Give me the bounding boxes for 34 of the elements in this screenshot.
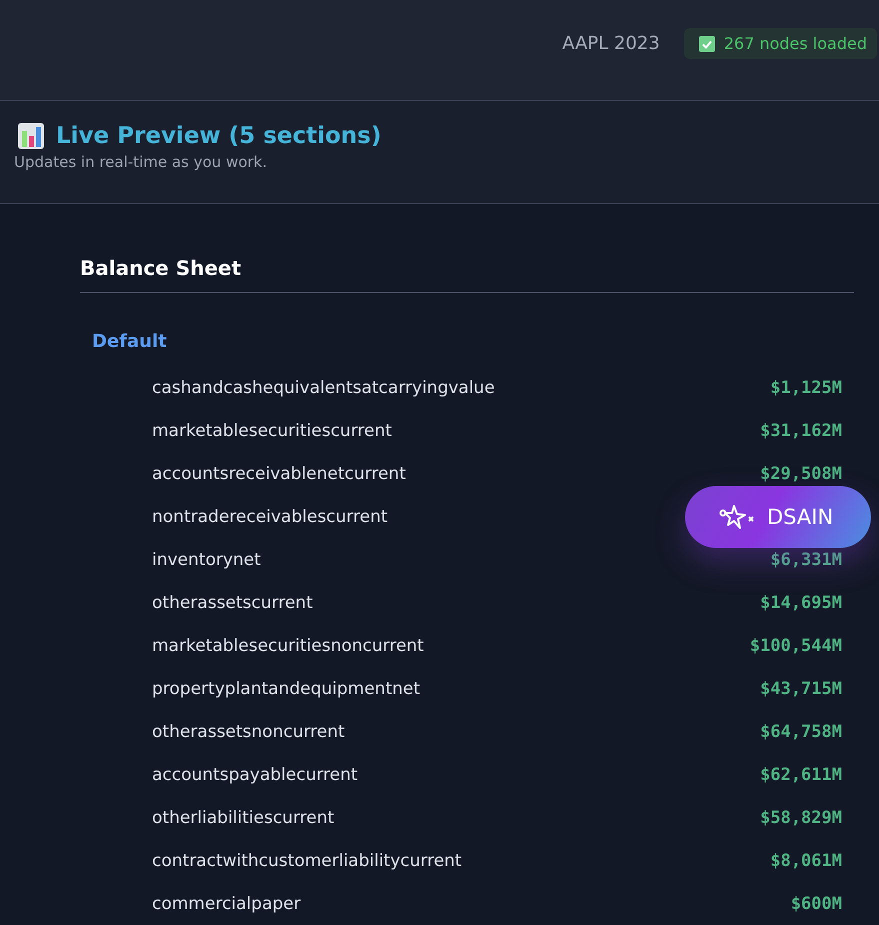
- item-label: contractwithcustomerliabilitycurrent: [152, 850, 462, 870]
- item-label: accountspayablecurrent: [152, 764, 358, 784]
- check-icon: [698, 34, 716, 52]
- item-label: otherliabilitiescurrent: [152, 808, 334, 828]
- preview-title: Live Preview (5 sections): [56, 123, 382, 149]
- item-value: $100,544M: [750, 636, 842, 656]
- item-value: $600M: [790, 894, 842, 914]
- item-label: nontradereceivablescurrent: [152, 506, 388, 526]
- item-value: $14,695M: [760, 592, 842, 612]
- item-label: commercialpaper: [152, 894, 301, 914]
- item-value: $43,715M: [760, 678, 842, 698]
- item-value: $6,331M: [770, 550, 842, 570]
- bar-chart-icon: [18, 123, 44, 149]
- status-badge: 267 nodes loaded: [684, 28, 877, 59]
- ticker-label: AAPL 2023: [562, 33, 660, 54]
- section-title: Balance Sheet: [80, 256, 854, 293]
- item-value: $58,829M: [760, 808, 842, 828]
- item-label: marketablesecuritiesnoncurrent: [152, 636, 424, 656]
- dsain-button[interactable]: DSAIN: [685, 486, 871, 548]
- item-value: $29,508M: [760, 464, 842, 484]
- item-label: cashandcashequivalentsatcarryingvalue: [152, 378, 495, 398]
- preview-subtitle: Updates in real-time as you work.: [14, 153, 268, 171]
- item-label: accountsreceivablenetcurrent: [152, 464, 406, 484]
- item-label: otherassetsnoncurrent: [152, 722, 345, 742]
- item-label: inventorynet: [152, 550, 261, 570]
- item-value: $1,125M: [770, 378, 842, 398]
- group-label: Default: [92, 331, 168, 352]
- item-value: $62,611M: [760, 764, 842, 784]
- item-value: $8,061M: [770, 850, 842, 870]
- item-label: otherassetscurrent: [152, 592, 313, 612]
- item-value: $31,162M: [760, 420, 842, 440]
- item-value: $64,758M: [760, 722, 842, 742]
- item-label: propertyplantandequipmentnet: [152, 678, 420, 698]
- item-label: marketablesecuritiescurrent: [152, 420, 392, 440]
